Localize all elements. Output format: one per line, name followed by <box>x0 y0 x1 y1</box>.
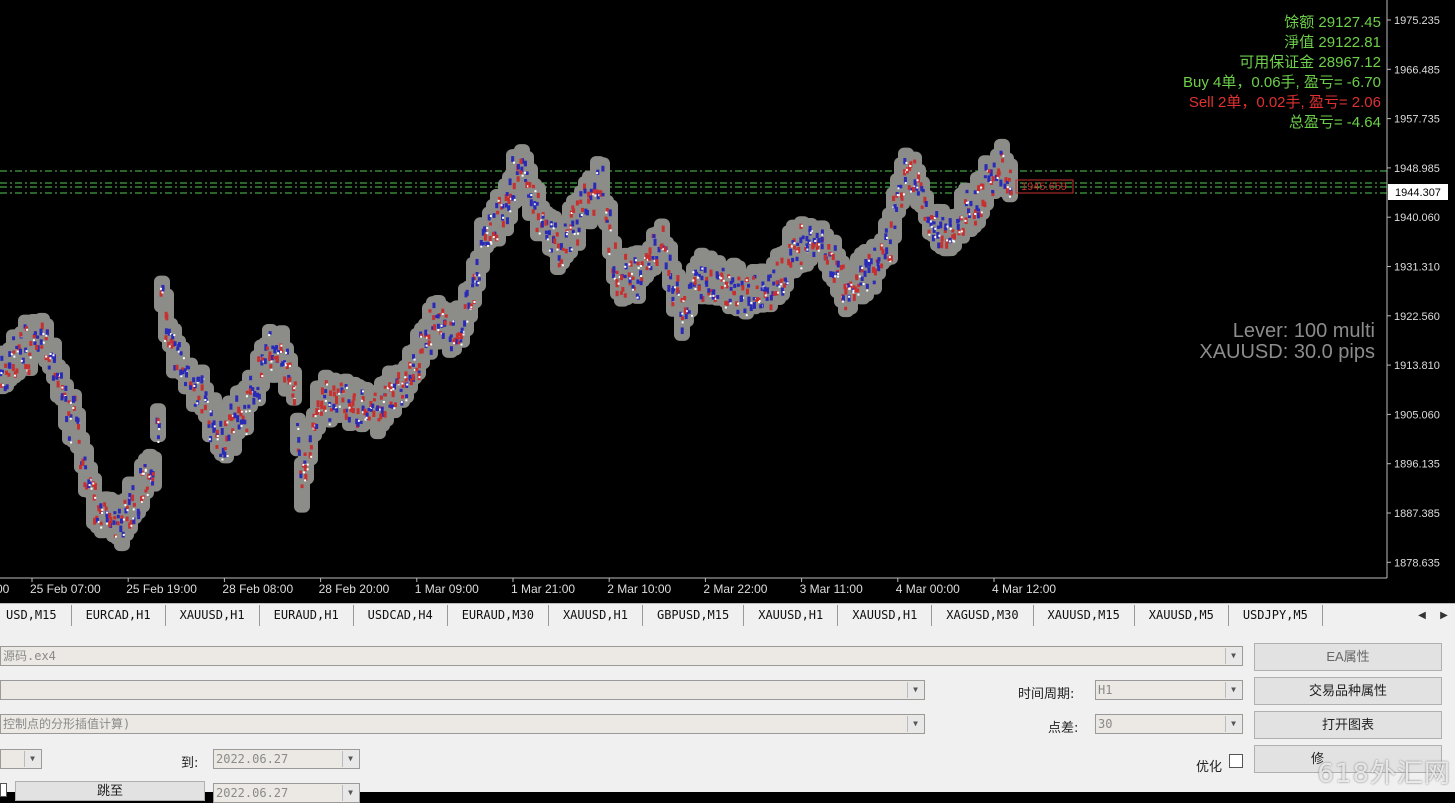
price-tick-label: 1896.135 <box>1394 459 1440 471</box>
to-label: 到: <box>181 756 199 771</box>
open-chart-button[interactable]: 打开图表 <box>1254 711 1442 739</box>
chart-tab[interactable]: USDJPY,M5 <box>1229 605 1323 626</box>
spread-select[interactable]: 30 ▼ <box>1095 714 1243 734</box>
time-tick-label: 25 Feb 19:00 <box>126 582 197 596</box>
equity-text: 淨值 29122.81 <box>1284 34 1381 51</box>
sell-orders-text: Sell 2单，0.02手, 盈亏= 2.06 <box>1189 94 1381 111</box>
chevron-down-icon[interactable]: ▼ <box>1225 682 1241 698</box>
time-tick-label: 25 Feb 07:00 <box>30 582 101 596</box>
skip-to-button[interactable]: 跳至 <box>15 781 205 801</box>
chart-tab[interactable]: EURAUD,M30 <box>448 605 549 626</box>
ea-select[interactable]: 源码.ex4 ▼ <box>0 646 1243 666</box>
lever-text: Lever: 100 multi <box>1233 320 1375 342</box>
time-tick-label: 2 Mar 22:00 <box>703 582 767 596</box>
chart-tab[interactable]: XAUUSD,H1 <box>166 605 260 626</box>
scroll-right-icon[interactable]: ▶ <box>1440 610 1448 621</box>
tab-list: USD,M15 EURCAD,H1 XAUUSD,H1 EURAUD,H1 USDCAD… <box>0 605 1323 626</box>
symbol-properties-button[interactable]: 交易品种属性 <box>1254 677 1442 705</box>
chart-tab[interactable]: GBPUSD,M15 <box>643 605 745 626</box>
time-tick-label: 00 <box>0 582 10 596</box>
ea-properties-button[interactable]: EA属性 <box>1254 643 1442 671</box>
time-tick-label: 4 Mar 12:00 <box>992 582 1056 596</box>
chart-tab[interactable]: XAUUSD,H1 <box>549 605 643 626</box>
price-tick-label: 1905.060 <box>1394 409 1440 421</box>
price-tick-label: 1966.485 <box>1394 64 1440 76</box>
chart-tab[interactable]: XAUUSD,H1 <box>838 605 933 626</box>
symbol-select[interactable]: ▼ <box>0 680 925 700</box>
free-margin-text: 可用保证金 28967.12 <box>1239 54 1381 71</box>
chart-tab[interactable]: XAUUSD,M15 <box>1034 605 1135 626</box>
balance-text: 馀额 29127.45 <box>1284 14 1381 31</box>
price-tick-label: 1957.735 <box>1394 114 1440 126</box>
price-tick-label: 1931.310 <box>1394 262 1440 274</box>
chevron-down-icon[interactable]: ▼ <box>1225 716 1241 732</box>
price-tick-label: 1922.560 <box>1394 311 1440 323</box>
chart-tabs: USD,M15 EURCAD,H1 XAUUSD,H1 EURAUD,H1 USDCAD… <box>0 603 1455 628</box>
price-tick-label: 1913.810 <box>1394 360 1440 372</box>
time-tick-label: 4 Mar 00:00 <box>896 582 960 596</box>
price-tick-label: 1887.385 <box>1394 508 1440 520</box>
chevron-down-icon[interactable]: ▼ <box>24 751 40 767</box>
current-price-value: 1944.307 <box>1395 187 1441 199</box>
watermark-text: 618外汇网 <box>1317 759 1451 789</box>
price-chart[interactable]: 1945.659 1975.235 1966.485 1957.735 1948.98… <box>0 0 1455 603</box>
price-tick-label: 1975.235 <box>1394 15 1440 27</box>
chevron-down-icon[interactable]: ▼ <box>342 785 358 801</box>
chevron-down-icon[interactable]: ▼ <box>907 716 923 732</box>
chevron-down-icon[interactable]: ▼ <box>342 751 358 767</box>
visual-checkbox[interactable] <box>0 783 7 797</box>
optimize-label: 优化 <box>1196 760 1223 775</box>
chart-tab[interactable]: XAUUSD,M5 <box>1135 605 1229 626</box>
time-tick-label: 2 Mar 10:00 <box>607 582 671 596</box>
chevron-down-icon[interactable]: ▼ <box>907 682 923 698</box>
scroll-left-icon[interactable]: ◀ <box>1418 610 1426 621</box>
time-tick-label: 28 Feb 08:00 <box>222 582 293 596</box>
period-select[interactable]: H1 ▼ <box>1095 680 1243 700</box>
time-tick-label: 28 Feb 20:00 <box>319 582 390 596</box>
time-tick-label: 3 Mar 11:00 <box>800 582 863 596</box>
price-marker-label: 1945.659 <box>1021 181 1067 193</box>
current-price-label: 1944.307 <box>1388 184 1448 200</box>
spread-info-text: XAUUSD: 30.0 pips <box>1199 341 1375 363</box>
chart-tab[interactable]: XAUUSD,H1 <box>744 605 839 626</box>
price-tick-label: 1940.060 <box>1394 212 1440 224</box>
time-tick-label: 1 Mar 09:00 <box>415 582 479 596</box>
optimize-checkbox[interactable] <box>1229 754 1243 768</box>
chart-tab[interactable]: EURCAD,H1 <box>72 605 166 626</box>
period-label: 时间周期: <box>1018 687 1075 702</box>
chart-tab[interactable]: USDCAD,H4 <box>354 605 448 626</box>
to-date-field[interactable]: 2022.06.27 ▼ <box>213 749 360 769</box>
chart-tab[interactable]: EURAUD,H1 <box>260 605 354 626</box>
spread-label: 点差: <box>1048 721 1079 736</box>
chart-tab[interactable]: USD,M15 <box>0 605 72 626</box>
chevron-down-icon[interactable]: ▼ <box>1225 648 1241 664</box>
price-tick-label: 1948.985 <box>1394 163 1440 175</box>
model-select[interactable]: 控制点的分形插值计算) ▼ <box>0 714 925 734</box>
price-tick-label: 1878.635 <box>1394 557 1440 569</box>
time-tick-label: 1 Mar 21:00 <box>511 582 575 596</box>
price-marker: 1945.659 <box>1015 179 1074 194</box>
buy-orders-text: Buy 4单，0.06手, 盈亏= -6.70 <box>1183 74 1381 91</box>
strategy-tester-panel: 源码.ex4 ▼ EA属性 ▼ 时间周期: H1 ▼ 交易品种属性 控制点的分形插值… <box>0 627 1455 803</box>
tab-scroll[interactable]: ◀ ▶ <box>1411 604 1455 627</box>
total-pl-text: 总盈亏= -4.64 <box>1289 114 1381 131</box>
from-date-select[interactable]: ▼ <box>0 749 42 769</box>
chart-tab[interactable]: XAGUSD,M30 <box>932 605 1034 626</box>
skip-date-field[interactable]: 2022.06.27 ▼ <box>213 783 360 803</box>
